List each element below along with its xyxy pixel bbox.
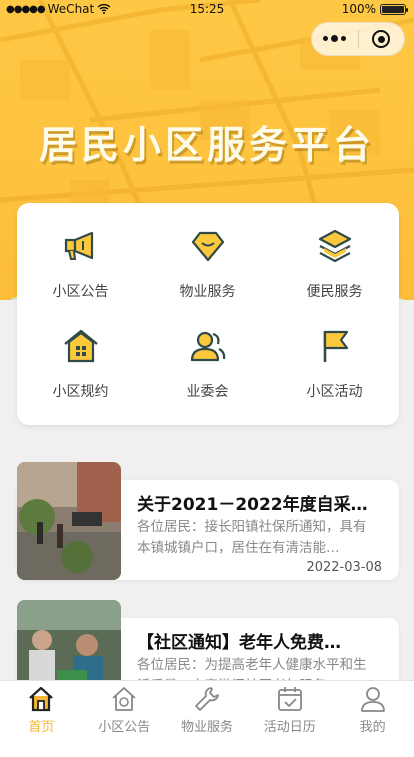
service-committee[interactable]: 业委会 <box>144 303 271 400</box>
news-thumbnail <box>17 462 121 580</box>
tab-label: 小区公告 <box>98 720 151 735</box>
flag-icon <box>323 330 349 362</box>
list-item[interactable]: 关于2021－2022年度自采… 各位居民：接长阳镇社保所通知，具有本镇城镇户口… <box>17 462 399 580</box>
megaphone-icon <box>64 231 94 260</box>
battery-percent: 100% <box>341 2 376 16</box>
tab-calendar[interactable]: 活动日历 <box>248 681 331 735</box>
news-date: 2022-03-08 <box>306 560 382 575</box>
close-miniapp-icon[interactable] <box>358 30 404 48</box>
more-dots-icon[interactable] <box>312 35 358 42</box>
service-activity[interactable]: 小区活动 <box>271 303 398 400</box>
service-notice[interactable]: 小区公告 <box>17 203 144 300</box>
profile-icon <box>360 687 385 712</box>
tab-label: 物业服务 <box>180 720 233 735</box>
announcement-icon <box>112 687 136 711</box>
service-property[interactable]: 物业服务 <box>144 203 271 300</box>
page-title: 居民小区服务平台 <box>38 122 375 167</box>
miniapp-capsule <box>311 22 405 56</box>
service-label: 便民服务 <box>306 284 363 300</box>
service-label: 小区活动 <box>306 384 363 400</box>
status-bar: ●●●●● WeChat 15:25 100% <box>0 0 414 20</box>
house-icon <box>64 329 98 363</box>
tab-property[interactable]: 物业服务 <box>166 681 249 735</box>
news-title: 关于2021－2022年度自采… <box>137 495 368 515</box>
tab-label: 活动日历 <box>263 720 316 735</box>
service-grid: 小区公告 物业服务 便民服务 小区规约 业委会 小区活动 <box>17 203 399 425</box>
service-label: 小区规约 <box>52 384 109 400</box>
calendar-icon <box>277 687 302 711</box>
users-icon <box>190 331 226 362</box>
tab-notice[interactable]: 小区公告 <box>83 681 166 735</box>
service-convenience[interactable]: 便民服务 <box>271 203 398 300</box>
service-rules[interactable]: 小区规约 <box>17 303 144 400</box>
service-label: 物业服务 <box>179 284 236 300</box>
tab-label: 我的 <box>359 720 386 735</box>
tab-label: 首页 <box>28 720 55 735</box>
diamond-icon <box>191 231 225 262</box>
wrench-icon <box>195 687 219 711</box>
tab-profile[interactable]: 我的 <box>331 681 414 735</box>
battery-icon <box>380 3 408 15</box>
news-title: 【社区通知】老年人免费… <box>137 633 341 653</box>
tab-home[interactable]: 首页 <box>0 681 83 735</box>
news-desc: 各位居民：接长阳镇社保所通知，具有本镇城镇户口，居住在有清洁能… <box>137 519 367 556</box>
service-label: 小区公告 <box>52 284 109 300</box>
layers-icon <box>318 229 352 263</box>
home-icon <box>29 686 54 712</box>
tab-bar: 首页 小区公告 物业服务 活动日历 我的 <box>0 680 414 735</box>
service-label: 业委会 <box>186 384 229 400</box>
bottom-safe-area <box>0 735 414 757</box>
